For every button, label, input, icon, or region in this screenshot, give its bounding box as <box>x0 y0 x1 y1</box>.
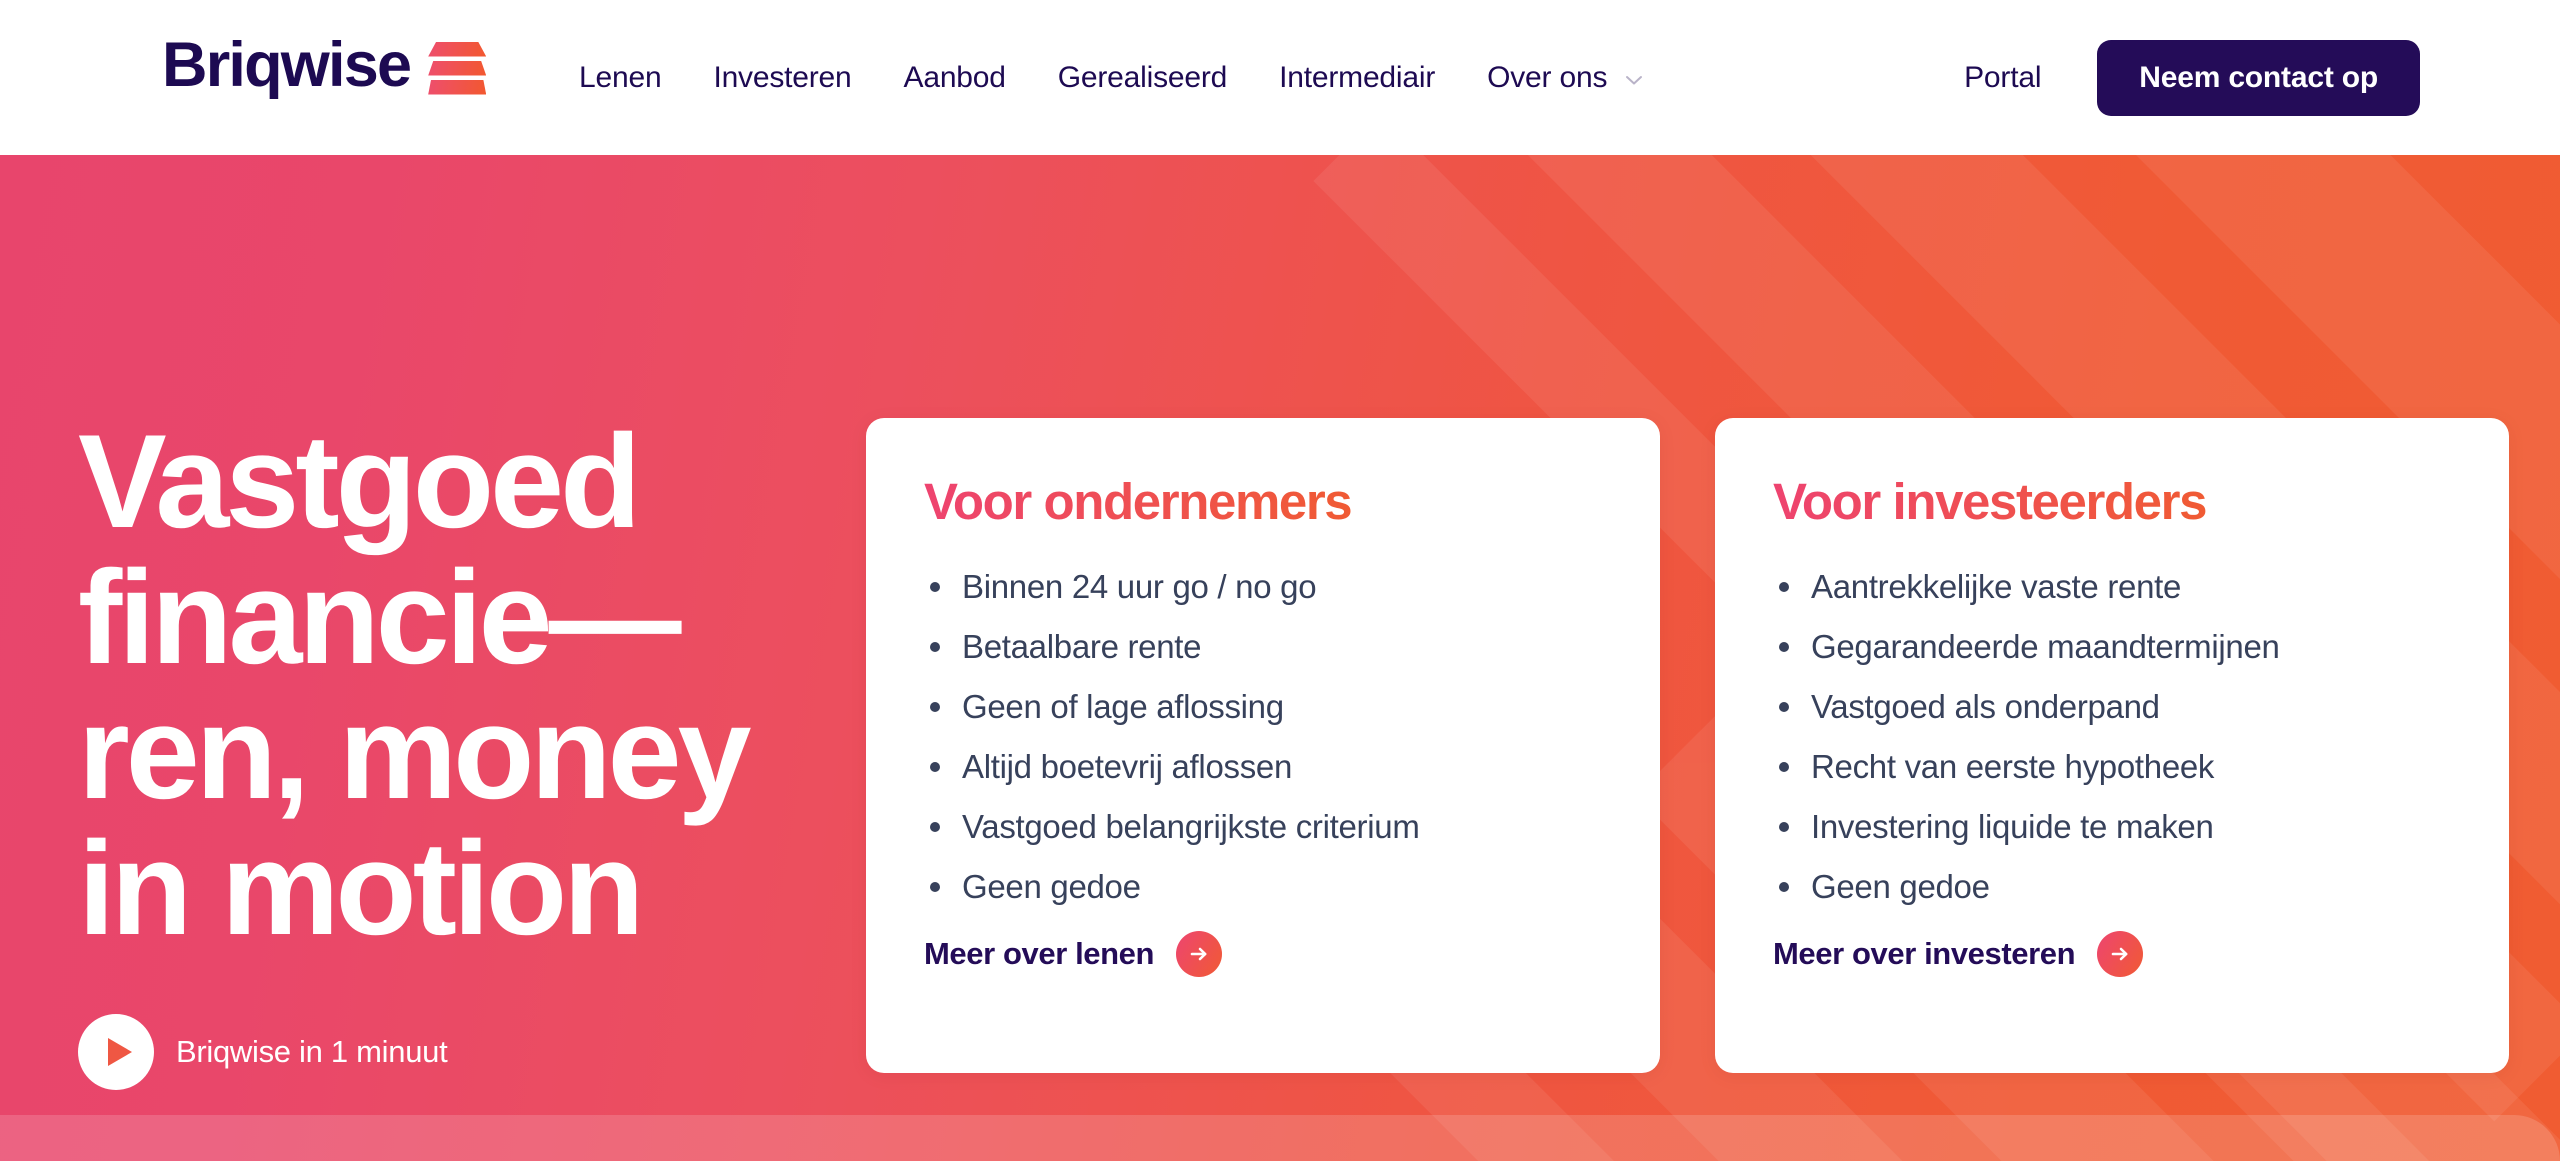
arrow-right-icon <box>2097 931 2144 977</box>
meer-over-investeren-link[interactable]: Meer over investeren <box>1773 931 2144 977</box>
nav-item-label: Investeren <box>713 60 852 94</box>
list-item: Geen gedoe <box>1773 857 2451 917</box>
card-title: Voor investeerders <box>1773 473 2207 530</box>
list-item: Recht van eerste hypotheek <box>1773 737 2451 797</box>
card-voor-ondernemers: Voor ondernemers Binnen 24 uur go / no g… <box>866 418 1660 1073</box>
list-item: Altijd boetevrij aflossen <box>924 737 1602 797</box>
card-voor-investeerders: Voor investeerders Aantrekkelijke vaste … <box>1715 418 2509 1073</box>
arrow-right-icon <box>1176 931 1223 977</box>
meer-over-lenen-link[interactable]: Meer over lenen <box>924 931 1223 977</box>
nav-item-lenen[interactable]: Lenen <box>553 61 687 95</box>
video-caption: Briqwise in 1 minuut <box>176 1033 448 1069</box>
play-icon[interactable] <box>78 1013 154 1090</box>
decorative-bottom-band <box>0 1115 2560 1161</box>
video-play-link[interactable]: Briqwise in 1 minuut <box>78 1013 448 1090</box>
nav-item-label: Over ons <box>1487 60 1608 94</box>
nav-item-label: Lenen <box>579 60 662 94</box>
hero-content: Vastgoed financie— ren, money in motion … <box>78 408 868 1090</box>
list-item: Gegarandeerde maandtermijnen <box>1773 617 2451 677</box>
logo-wordmark: Briqwise <box>162 30 412 100</box>
list-item: Geen gedoe <box>924 857 1602 917</box>
nav-item-investeren[interactable]: Investeren <box>687 61 877 95</box>
list-item: Geen of lage aflossing <box>924 677 1602 737</box>
page-root: Briqwise Lenen Investeren Aanbod Gereali… <box>0 0 2560 1161</box>
list-item: Vastgoed belangrijkste criterium <box>924 797 1602 857</box>
nav-item-label: Intermediair <box>1279 60 1436 94</box>
page-title: Vastgoed financie— ren, money in motion <box>78 408 752 963</box>
list-item: Aantrekkelijke vaste rente <box>1773 557 2451 617</box>
portal-link[interactable]: Portal <box>1964 61 2041 95</box>
briqwise-stacked-trapezoid-logo-icon <box>428 41 487 95</box>
list-item: Binnen 24 uur go / no go <box>924 557 1602 617</box>
main-navigation: Lenen Investeren Aanbod Gerealiseerd Int… <box>553 0 1671 155</box>
nav-item-label: Aanbod <box>903 60 1006 94</box>
card-benefit-list: Binnen 24 uur go / no go Betaalbare rent… <box>924 557 1602 917</box>
card-cta-label: Meer over lenen <box>924 936 1155 971</box>
chevron-down-icon <box>1623 69 1645 91</box>
card-cta-label: Meer over investeren <box>1773 936 2076 971</box>
nav-item-gerealiseerd[interactable]: Gerealiseerd <box>1032 61 1253 95</box>
hero-cards: Voor ondernemers Binnen 24 uur go / no g… <box>866 418 2509 1073</box>
header-actions: Portal Neem contact op <box>1964 0 2420 155</box>
site-header: Briqwise Lenen Investeren Aanbod Gereali… <box>0 0 2560 155</box>
logo-link[interactable]: Briqwise <box>162 30 487 100</box>
nav-item-label: Gerealiseerd <box>1057 60 1228 94</box>
list-item: Investering liquide te maken <box>1773 797 2451 857</box>
card-benefit-list: Aantrekkelijke vaste rente Gegarandeerde… <box>1773 557 2451 917</box>
card-title: Voor ondernemers <box>924 473 1353 530</box>
list-item: Vastgoed als onderpand <box>1773 677 2451 737</box>
nav-item-aanbod[interactable]: Aanbod <box>878 61 1032 95</box>
list-item: Betaalbare rente <box>924 617 1602 677</box>
hero-section: Vastgoed financie— ren, money in motion … <box>0 155 2560 1161</box>
contact-button[interactable]: Neem contact op <box>2097 39 2420 116</box>
nav-item-over-ons[interactable]: Over ons <box>1461 61 1671 95</box>
nav-item-intermediair[interactable]: Intermediair <box>1253 61 1461 95</box>
